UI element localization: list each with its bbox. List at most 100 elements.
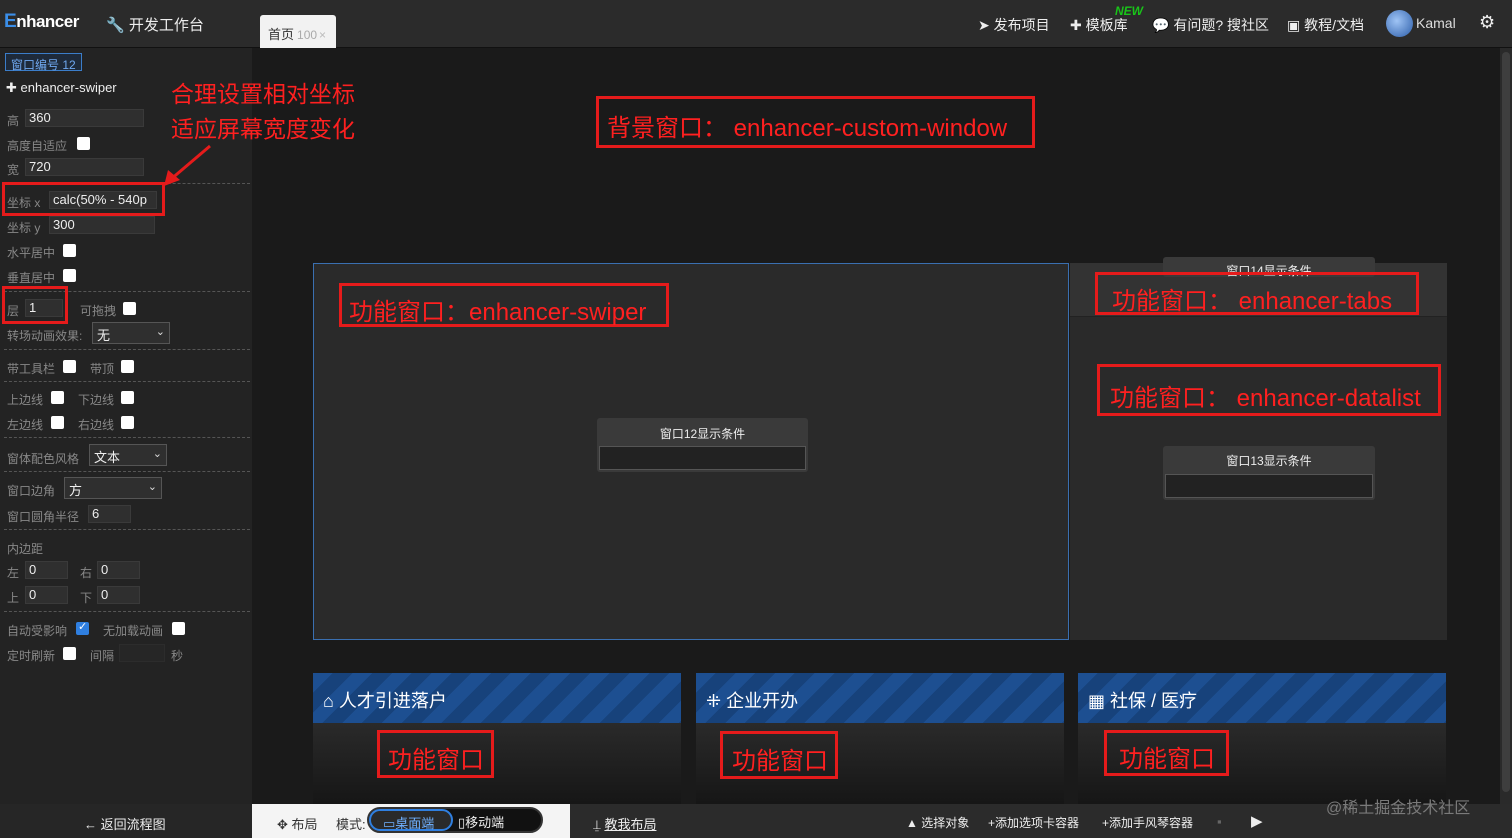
paper-plane-icon: ➤ bbox=[978, 17, 990, 33]
pad-right-label: 右 bbox=[80, 566, 93, 580]
play-icon[interactable]: ▶ bbox=[1251, 812, 1263, 830]
desktop-mode-button[interactable]: ▭桌面端 bbox=[369, 809, 453, 831]
save-icon[interactable]: ▪ bbox=[1217, 814, 1222, 829]
window13-condition[interactable]: 窗口13显示条件 bbox=[1163, 446, 1375, 500]
datalist-annotation: 功能窗口： enhancer-datalist bbox=[1097, 364, 1441, 416]
card-title-text: 企业开办 bbox=[726, 691, 799, 711]
draggable-checkbox[interactable] bbox=[123, 302, 136, 315]
corner-label: 窗口边角 bbox=[7, 484, 56, 498]
move-icon: ✥ bbox=[277, 817, 288, 832]
no-anim-checkbox[interactable] bbox=[172, 622, 185, 635]
templates-link[interactable]: ✚ 模板库 bbox=[1070, 15, 1128, 35]
background-window-annotation: 背景窗口： enhancer-custom-window bbox=[596, 96, 1035, 148]
add-tabs-button[interactable]: +添加选项卡容器 bbox=[988, 814, 1079, 831]
add-accordion-button[interactable]: +添加手风琴容器 bbox=[1102, 814, 1193, 831]
h-center-label: 水平居中 bbox=[7, 246, 56, 260]
card-body bbox=[313, 723, 681, 804]
card-talent[interactable]: ⌂ 人才引进落户 bbox=[313, 673, 681, 804]
component-name: ✚ enhancer-swiper bbox=[6, 80, 117, 96]
height-label: 高 bbox=[7, 114, 20, 128]
component-name-label: enhancer-swiper bbox=[20, 80, 117, 95]
top-checkbox[interactable] bbox=[121, 360, 134, 373]
app-root: Enhancer 🔧 开发工作台 首页 100 × ➤ 发布项目 NEW ✚ 模板库… bbox=[0, 0, 1512, 838]
divider bbox=[4, 611, 250, 612]
coord-y-input[interactable]: 300 bbox=[49, 216, 155, 234]
back-flow-label: 返回流程图 bbox=[100, 817, 166, 832]
dev-workbench-link[interactable]: 🔧 开发工作台 bbox=[106, 14, 204, 35]
window12-condition[interactable]: 窗口12显示条件 bbox=[597, 418, 808, 472]
radius-input[interactable]: 6 bbox=[88, 505, 131, 523]
coord-annotation-line1: 合理设置相对坐标 bbox=[171, 81, 355, 107]
border-top-checkbox[interactable] bbox=[51, 391, 64, 404]
pad-right-input[interactable]: 0 bbox=[97, 561, 140, 579]
timer-refresh-label: 定时刷新 bbox=[7, 649, 56, 663]
mobile-mode-button[interactable]: ▯移动端 bbox=[458, 812, 504, 831]
window12-condition-input[interactable] bbox=[599, 446, 806, 470]
border-bottom-checkbox[interactable] bbox=[121, 391, 134, 404]
divider bbox=[4, 437, 250, 438]
canvas-scrollbar-thumb[interactable] bbox=[1502, 52, 1510, 792]
pad-top-label: 上 bbox=[7, 591, 20, 605]
auto-affect-checkbox[interactable] bbox=[76, 620, 89, 635]
chat-icon: 💬 bbox=[1152, 17, 1170, 33]
logo-text: nhancer bbox=[16, 12, 79, 31]
coord-x-highlight bbox=[2, 182, 165, 216]
layout-button[interactable]: ✥ 布局 bbox=[277, 814, 318, 833]
color-style-select[interactable]: 文本 ⌄ bbox=[89, 444, 167, 466]
border-left-label: 左边线 bbox=[7, 418, 44, 432]
transition-select[interactable]: 无 ⌄ bbox=[92, 322, 170, 344]
auto-height-checkbox[interactable] bbox=[77, 137, 90, 150]
tab-home-label: 首页 bbox=[268, 27, 295, 42]
v-center-checkbox[interactable] bbox=[63, 269, 76, 282]
back-flow-button[interactable]: ← 返回流程图 bbox=[84, 814, 166, 833]
cursor-icon: ▲ bbox=[906, 816, 918, 830]
bottom-bar: ← 返回流程图 ✥ 布局 模式: ⍊ 教我布局 ▲ 选择对象 +添加选项卡容器 … bbox=[0, 804, 1512, 838]
logo[interactable]: Enhancer bbox=[4, 11, 79, 33]
publish-link[interactable]: ➤ 发布项目 bbox=[978, 15, 1050, 35]
width-input[interactable]: 720 bbox=[25, 158, 144, 176]
desktop-mode-label: 桌面端 bbox=[395, 816, 435, 831]
transition-label: 转场动画效果: bbox=[7, 329, 83, 343]
no-anim-label: 无加载动画 bbox=[103, 624, 164, 638]
card-annotation: 功能窗口 bbox=[720, 731, 838, 779]
height-input[interactable]: 360 bbox=[25, 109, 144, 127]
watermark: @稀土掘金技术社区 bbox=[1326, 800, 1471, 817]
select-object-label: 选择对象 bbox=[921, 816, 970, 830]
timer-refresh-checkbox[interactable] bbox=[63, 647, 76, 660]
card-title-text: 社保 / 医疗 bbox=[1110, 691, 1198, 711]
gear-icon[interactable]: ⚙ bbox=[1479, 12, 1495, 33]
card-title-text: 人才引进落户 bbox=[338, 691, 447, 711]
docs-link[interactable]: ▣ 教程/文档 bbox=[1287, 15, 1364, 35]
toolbar-checkbox[interactable] bbox=[63, 360, 76, 373]
tabs-annotation: 功能窗口： enhancer-tabs bbox=[1095, 272, 1419, 315]
select-object-button[interactable]: ▲ 选择对象 bbox=[906, 814, 969, 831]
avatar[interactable] bbox=[1386, 10, 1413, 37]
padding-label: 内边距 bbox=[7, 542, 44, 556]
publish-label: 发布项目 bbox=[993, 17, 1050, 33]
close-icon[interactable]: × bbox=[319, 28, 326, 42]
pad-bottom-input[interactable]: 0 bbox=[97, 586, 140, 604]
tab-home[interactable]: 首页 100 × bbox=[260, 15, 336, 48]
card-annotation: 功能窗口 bbox=[1104, 730, 1229, 776]
border-right-checkbox[interactable] bbox=[121, 416, 134, 429]
pad-left-label: 左 bbox=[7, 566, 20, 580]
radius-label: 窗口圆角半径 bbox=[7, 510, 80, 524]
pad-top-input[interactable]: 0 bbox=[25, 586, 68, 604]
community-label: 有问题? 搜社区 bbox=[1173, 17, 1270, 33]
teach-layout-label: 教我布局 bbox=[604, 817, 657, 832]
border-left-checkbox[interactable] bbox=[51, 416, 64, 429]
h-center-checkbox[interactable] bbox=[63, 244, 76, 257]
window13-condition-input[interactable] bbox=[1165, 474, 1373, 498]
teach-layout-link[interactable]: ⍊ 教我布局 bbox=[593, 814, 656, 833]
card-annotation-text: 功能窗口 bbox=[1119, 746, 1215, 773]
community-link[interactable]: 💬 有问题? 搜社区 bbox=[1152, 15, 1269, 35]
seconds-label: 秒 bbox=[171, 649, 184, 663]
user-name[interactable]: Kamal bbox=[1416, 15, 1456, 31]
interval-input[interactable] bbox=[119, 644, 165, 662]
logo-mark: E bbox=[4, 11, 17, 32]
chevron-down-icon: ⌄ bbox=[152, 448, 162, 460]
corner-select[interactable]: 方 ⌄ bbox=[64, 477, 162, 499]
pad-left-input[interactable]: 0 bbox=[25, 561, 68, 579]
border-top-label: 上边线 bbox=[7, 393, 44, 407]
auto-height-label: 高度自适应 bbox=[7, 139, 68, 153]
